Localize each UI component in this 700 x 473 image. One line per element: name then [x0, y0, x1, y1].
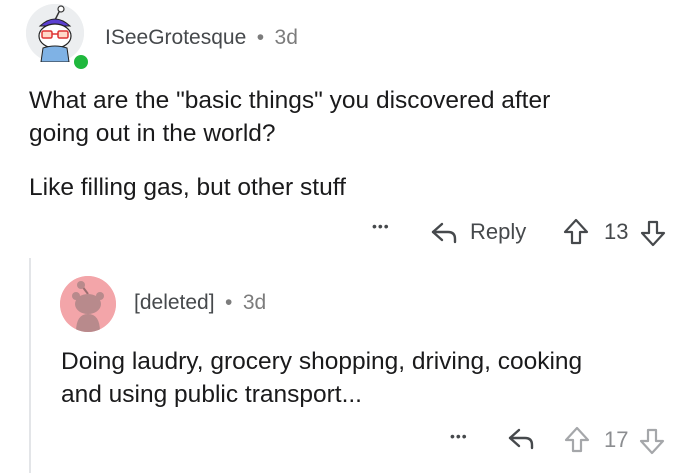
- comment-body-line: going out in the world?: [29, 120, 276, 147]
- downvote-arrow-icon[interactable]: [639, 218, 667, 248]
- reply-body-line: Doing laudry, grocery shopping, driving,…: [61, 348, 583, 375]
- upvote-arrow-icon[interactable]: [562, 217, 590, 247]
- reply-username: [deleted]: [134, 291, 215, 314]
- reply-button[interactable]: Reply: [470, 219, 526, 245]
- avatar-icon: [26, 4, 84, 63]
- upvote-arrow-icon[interactable]: [563, 425, 591, 455]
- comment-body-paragraph: Like filling gas, but other stuff: [29, 174, 346, 201]
- user-avatar[interactable]: [26, 4, 84, 63]
- reply-more-options-button[interactable]: •••: [450, 428, 468, 444]
- header-separator: •: [256, 26, 265, 49]
- online-status-icon: [72, 53, 90, 71]
- comment-age: 3d: [274, 26, 298, 49]
- downvote-arrow-icon[interactable]: [638, 426, 666, 456]
- comment-body: What are the "basic things" you discover…: [29, 84, 550, 150]
- vote-score: 13: [604, 219, 629, 244]
- reply-body: Doing laudry, grocery shopping, driving,…: [61, 345, 582, 411]
- reply-body-line: and using public transport...: [61, 381, 362, 408]
- deleted-user-avatar: [60, 276, 116, 332]
- comment-header: ISeeGrotesque • 3d: [105, 26, 298, 50]
- reply-vote-score: 17: [604, 427, 629, 452]
- more-options-button[interactable]: •••: [372, 218, 390, 234]
- thread-line[interactable]: [29, 258, 31, 473]
- reply-header-separator: •: [225, 291, 233, 314]
- reply-arrow-icon[interactable]: [505, 424, 537, 452]
- comment-body-line: What are the "basic things" you discover…: [29, 87, 551, 114]
- reply-header: [deleted] • 3d: [134, 291, 266, 315]
- deleted-user-avatar-icon: [60, 276, 116, 332]
- comment-username[interactable]: ISeeGrotesque: [105, 26, 246, 49]
- reply-arrow-icon[interactable]: [428, 218, 460, 246]
- reply-age: 3d: [242, 291, 267, 314]
